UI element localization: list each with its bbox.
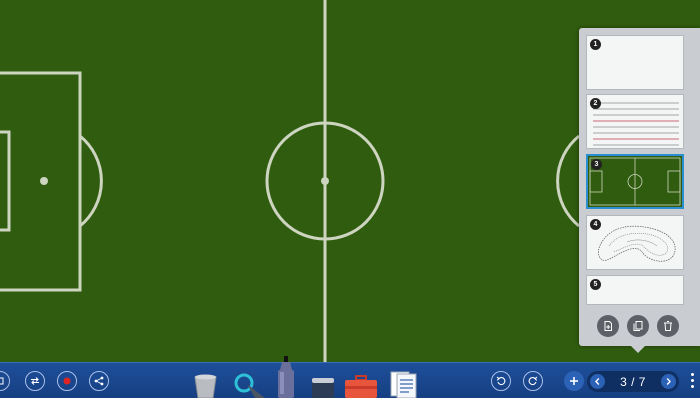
page-number-badge: 2 [590, 98, 601, 109]
page-thumbnail-2[interactable]: 2 [586, 94, 684, 149]
bottom-toolbar: 3 / 7 [0, 356, 700, 398]
share-icon [94, 376, 104, 386]
page-navigation: 3 / 7 [587, 371, 679, 392]
screenshot-button[interactable] [0, 371, 10, 391]
chevron-left-icon [595, 378, 600, 385]
page-thumbnail-3[interactable]: 3 [586, 154, 684, 209]
sketch-preview [598, 225, 676, 262]
record-button[interactable] [57, 371, 77, 391]
plus-icon [570, 377, 578, 385]
switch-icon [31, 377, 39, 385]
undo-icon [496, 376, 506, 386]
center-spot [321, 177, 329, 185]
page-thumbnail-4[interactable]: 4 [586, 215, 684, 270]
next-page-button[interactable] [660, 374, 676, 389]
right-penalty-arc [556, 134, 580, 228]
page-number-badge: 4 [590, 219, 601, 230]
more-options-icon[interactable] [691, 373, 695, 389]
redo-icon [528, 376, 538, 386]
page-number-badge: 5 [590, 279, 601, 290]
copy-page-icon [633, 321, 643, 331]
previous-page-button[interactable] [590, 374, 605, 389]
toolbox-tool-icon[interactable] [344, 374, 378, 398]
new-page-icon [604, 321, 612, 331]
bucket-tool-icon[interactable] [192, 371, 220, 398]
share-button[interactable] [89, 371, 109, 391]
page-number-badge: 1 [590, 39, 601, 50]
undo-button[interactable] [491, 371, 511, 391]
page-thumbnail-5[interactable]: 5 [586, 275, 684, 305]
record-icon [63, 377, 71, 385]
left-penalty-area [0, 71, 82, 292]
page-indicator: 3 / 7 [620, 374, 646, 389]
left-goal-area [0, 130, 11, 232]
chevron-right-icon [666, 378, 671, 385]
document-tool-icon[interactable] [390, 370, 418, 398]
add-page-button[interactable] [564, 371, 584, 391]
delete-page-icon [664, 321, 672, 331]
eraser-tool-icon[interactable] [310, 376, 336, 398]
redo-button[interactable] [523, 371, 543, 391]
copy-page-button[interactable] [627, 315, 649, 337]
page-number-badge: 3 [591, 159, 602, 170]
delete-page-button[interactable] [657, 315, 679, 337]
left-penalty-spot [40, 177, 48, 185]
new-page-button[interactable] [597, 315, 619, 337]
selection-pointer-tool-icon[interactable] [231, 370, 267, 398]
page-thumbnail-1[interactable]: 1 [586, 35, 684, 90]
left-penalty-arc [79, 134, 103, 228]
page-panel: 1 2 3 4 5 [579, 28, 700, 353]
screenshot-icon [0, 377, 4, 385]
pen-tool-icon[interactable] [275, 356, 297, 398]
switch-button[interactable] [25, 371, 45, 391]
lined-page-preview [593, 102, 679, 146]
